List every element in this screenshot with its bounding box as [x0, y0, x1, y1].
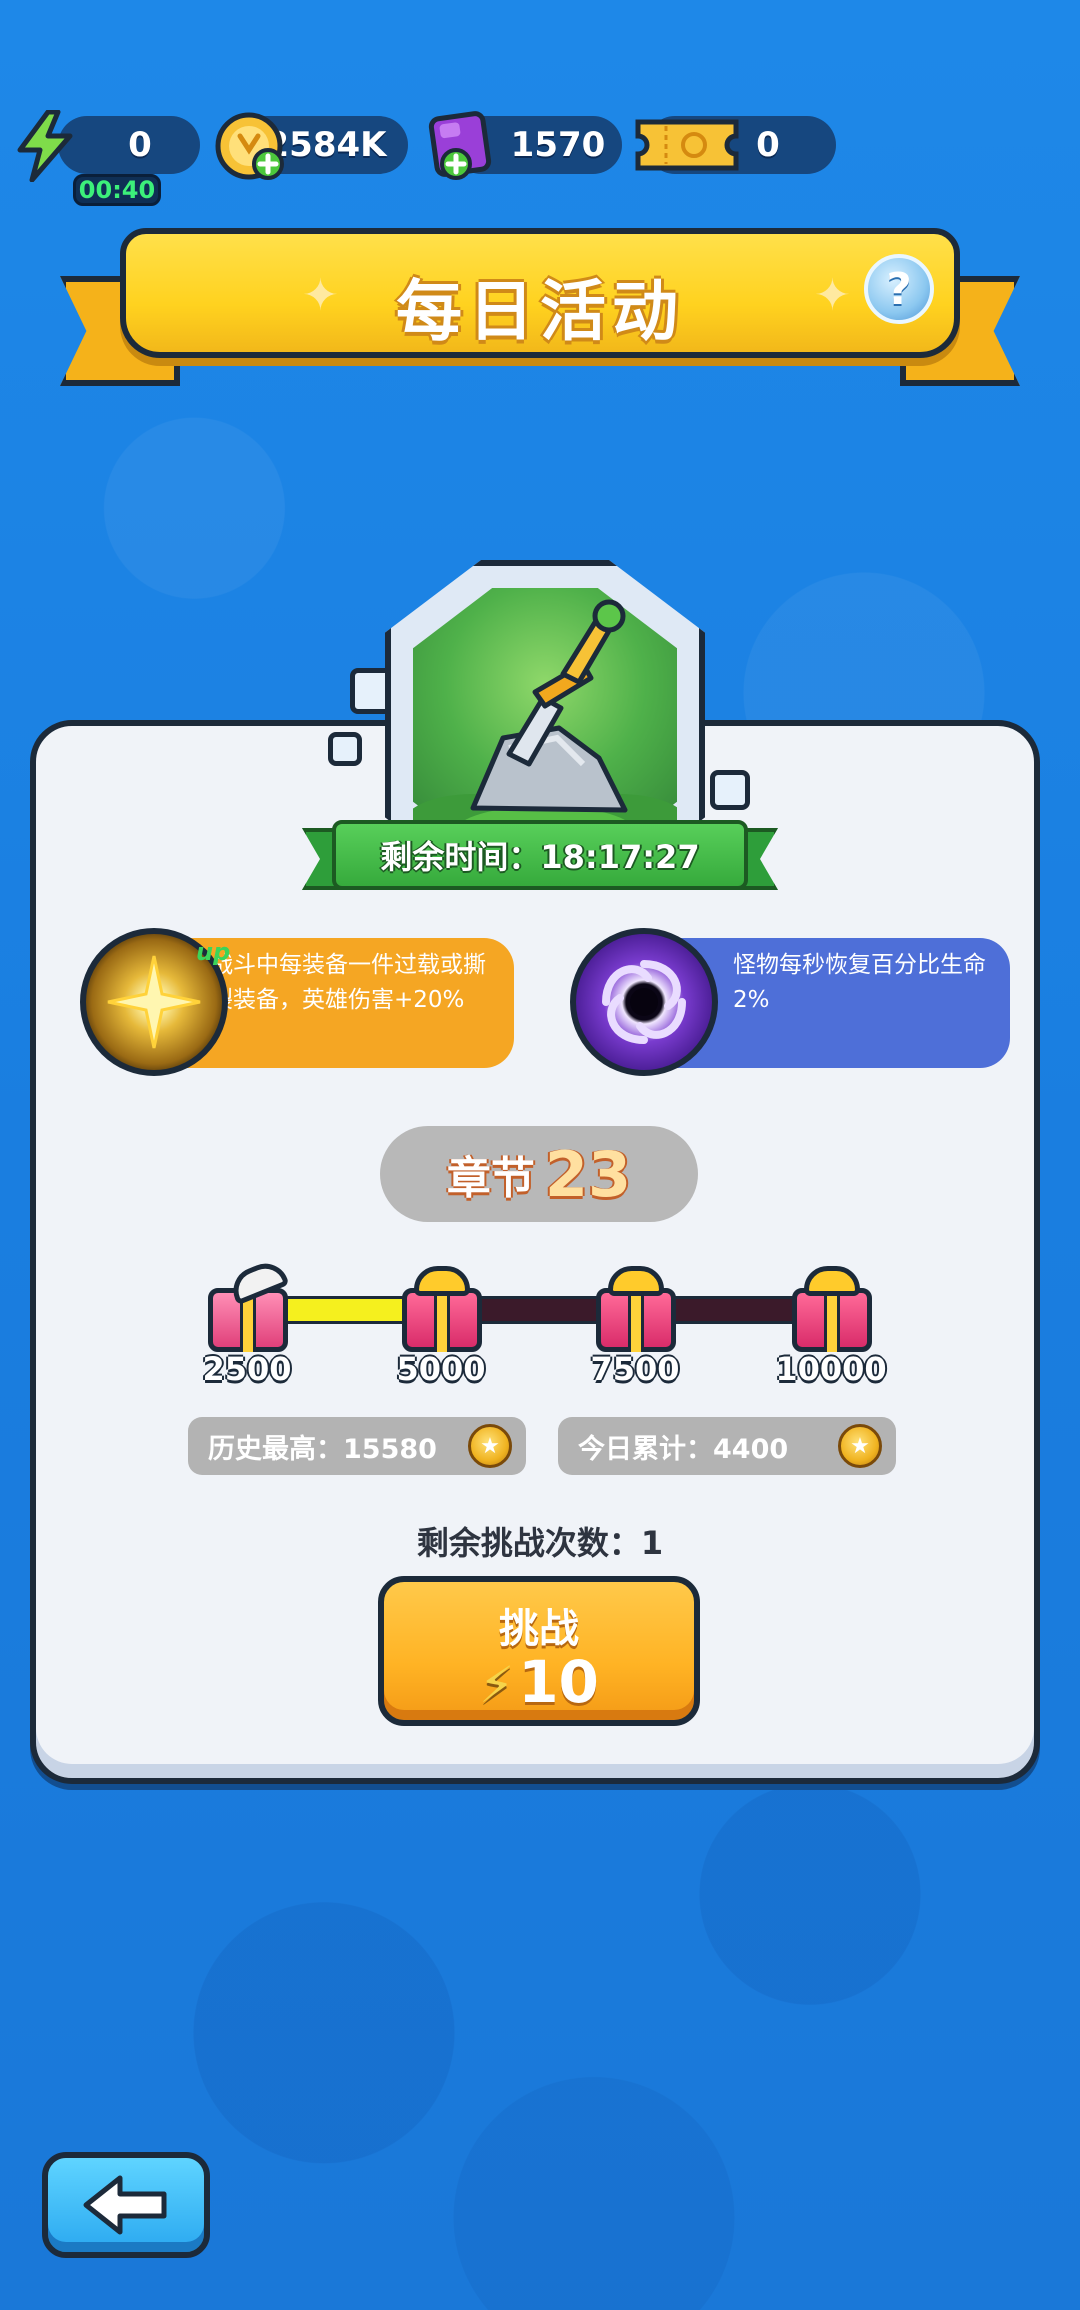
challenge-label: 挑战 [499, 1606, 579, 1652]
today-total-text: 今日累计：4400 [578, 1433, 789, 1465]
milestone-label: 10000 [775, 1350, 887, 1388]
lightning-icon [17, 110, 73, 182]
purple-gem-add-icon[interactable] [426, 106, 502, 186]
energy-counter[interactable]: 0 [58, 116, 200, 174]
challenge-cost: 10 [518, 1648, 599, 1716]
remaining-time-ribbon: 剩余时间：18:17:27 [302, 820, 778, 896]
milestone-label: 5000 [396, 1350, 486, 1388]
reward-chest-2500[interactable] [200, 1256, 296, 1358]
challenge-button[interactable]: 挑战 ⚡10 [378, 1576, 700, 1726]
back-arrow-icon [83, 2175, 167, 2235]
black-hole-vortex-icon[interactable] [570, 928, 718, 1076]
chapter-indicator: 章节 23 [380, 1126, 698, 1222]
banner-plate: ✦ ✦ 每日活动 ? [120, 228, 960, 358]
best-score: 历史最高：15580 ★ [188, 1417, 526, 1475]
reward-chest-10000[interactable] [784, 1262, 880, 1358]
remaining-attempts: 剩余挑战次数：1 [416, 1524, 664, 1562]
title-banner: ✦ ✦ 每日活动 ? [60, 228, 1020, 398]
golden-ticket-icon [635, 119, 739, 171]
star-coin-icon: ★ [468, 1424, 512, 1468]
upgrade-tag: up [196, 938, 231, 966]
buff-hero-damage-text: 战斗中每装备一件过载或撕裂装备，英雄伤害+20% [210, 952, 486, 1013]
buff-monster-regen-text: 怪物每秒恢复百分比生命2% [733, 952, 986, 1013]
milestone-label: 7500 [590, 1350, 680, 1388]
gold-coin-add-icon[interactable] [212, 110, 290, 184]
chapter-label: 章节 [446, 1153, 535, 1204]
lightning-icon: ⚡ [479, 1656, 515, 1714]
ice-cube-decoration [710, 770, 750, 810]
page-title: 每日活动 [396, 273, 684, 350]
energy-timer: 00:40 [73, 174, 161, 206]
chapter-number: 23 [544, 1137, 632, 1211]
today-total: 今日累计：4400 ★ [558, 1417, 896, 1475]
score-progress-bar [258, 1296, 828, 1324]
back-button[interactable] [42, 2152, 210, 2258]
best-score-text: 历史最高：15580 [208, 1433, 437, 1465]
help-button[interactable]: ? [864, 254, 934, 324]
reward-chest-5000[interactable] [394, 1262, 490, 1358]
ice-cube-decoration [328, 732, 362, 766]
milestone-label: 2500 [202, 1350, 292, 1388]
tickets-value: 0 [756, 125, 780, 165]
reward-chest-7500[interactable] [588, 1262, 684, 1358]
star-coin-icon: ★ [838, 1424, 882, 1468]
remaining-time: 剩余时间：18:17:27 [332, 820, 748, 890]
gems-value: 1570 [510, 125, 606, 165]
energy-value: 0 [128, 125, 152, 165]
